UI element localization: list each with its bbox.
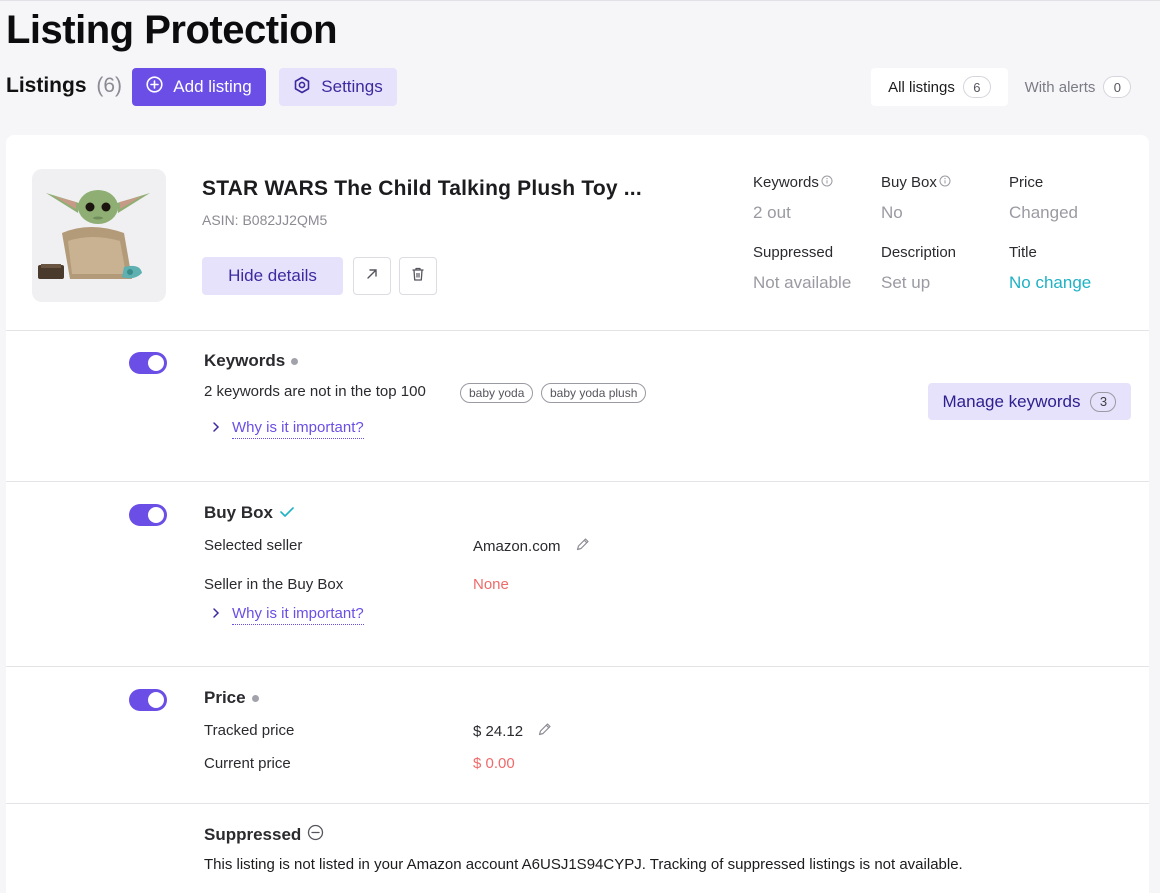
listings-heading-label: Listings: [6, 74, 87, 97]
price-section-title: Price: [204, 688, 259, 708]
suppressed-description: This listing is not listed in your Amazo…: [204, 856, 963, 873]
current-price-label: Current price: [204, 755, 291, 772]
plus-circle-icon: [146, 76, 163, 98]
stat-keywords: Keywords 2 out: [753, 174, 833, 223]
product-image: [32, 169, 166, 302]
hide-details-button[interactable]: Hide details: [202, 257, 343, 295]
stat-keywords-value: 2 out: [753, 203, 791, 222]
buy-box-toggle[interactable]: [129, 504, 167, 526]
with-alerts-count-badge: 0: [1103, 76, 1132, 98]
tab-all-listings[interactable]: All listings 6: [871, 68, 1008, 106]
seller-in-buy-box-label: Seller in the Buy Box: [204, 576, 344, 593]
suppressed-section-title: Suppressed: [204, 824, 324, 846]
info-icon[interactable]: [821, 174, 833, 191]
selected-seller-field: Amazon.com: [473, 537, 590, 556]
price-title-label: Price: [204, 688, 246, 707]
page-title: Listing Protection: [6, 8, 338, 52]
tracked-price-label: Tracked price: [204, 722, 295, 739]
info-icon[interactable]: [939, 174, 951, 191]
chevron-right-icon: [212, 420, 220, 438]
stat-description: Description Set up: [881, 244, 956, 293]
keyword-tag: baby yoda plush: [541, 383, 647, 403]
tab-with-alerts[interactable]: With alerts 0: [1016, 68, 1140, 106]
why-important-label: Why is it important?: [232, 419, 364, 439]
product-asin: ASIN: B082JJ2QM5: [202, 212, 328, 228]
settings-label: Settings: [321, 77, 383, 96]
all-listings-count-badge: 6: [962, 76, 991, 98]
open-external-button[interactable]: [353, 257, 391, 295]
section-divider: [6, 481, 1149, 482]
listings-count: (6): [96, 74, 123, 97]
stat-buy-box-value: No: [881, 203, 903, 222]
selected-seller-label: Selected seller: [204, 537, 303, 554]
stat-price-label: Price: [1009, 174, 1044, 191]
stat-keywords-label: Keywords: [753, 174, 819, 191]
manage-keywords-count-badge: 3: [1090, 391, 1117, 412]
stat-title-label: Title: [1009, 244, 1037, 261]
tracked-price-value: $ 24.12: [473, 723, 524, 740]
tab-with-alerts-label: With alerts: [1024, 78, 1096, 96]
stat-description-value: Set up: [881, 273, 931, 292]
section-divider: [6, 803, 1149, 804]
seller-in-buy-box-value: None: [473, 576, 509, 593]
stat-price: Price Changed: [1009, 174, 1078, 223]
stat-title: Title No change: [1009, 244, 1091, 293]
buy-box-section-title: Buy Box: [204, 503, 295, 523]
pencil-icon[interactable]: [575, 537, 590, 556]
checkmark-icon: [279, 503, 295, 523]
price-toggle[interactable]: [129, 689, 167, 711]
arrow-up-right-icon: [365, 267, 379, 286]
minus-circle-icon: [307, 824, 324, 846]
keywords-status-text: 2 keywords are not in the top 100: [204, 383, 426, 400]
buy-box-why-important-link[interactable]: Why is it important?: [212, 605, 364, 625]
trash-icon: [410, 266, 426, 287]
status-dot-icon: [291, 357, 299, 365]
top-border: [0, 0, 1160, 1]
stat-buy-box-label-row: Buy Box: [881, 174, 951, 191]
manage-keywords-button[interactable]: Manage keywords 3: [928, 383, 1131, 420]
add-listing-label: Add listing: [173, 77, 252, 96]
stat-buy-box-label: Buy Box: [881, 174, 937, 191]
stat-suppressed-value: Not available: [753, 273, 852, 292]
settings-button[interactable]: Settings: [279, 68, 397, 106]
section-divider: [6, 666, 1149, 667]
suppressed-title-label: Suppressed: [204, 825, 302, 844]
stat-suppressed-label: Suppressed: [753, 244, 834, 261]
status-dot-icon: [251, 694, 259, 702]
current-price-value: $ 0.00: [473, 755, 515, 772]
keyword-tag: baby yoda: [460, 383, 534, 403]
hexagon-gear-icon: [293, 76, 311, 99]
stat-price-value: Changed: [1009, 203, 1079, 222]
keywords-toggle[interactable]: [129, 352, 167, 374]
pencil-icon[interactable]: [537, 722, 552, 741]
stat-keywords-label-row: Keywords: [753, 174, 833, 191]
section-divider: [6, 330, 1149, 331]
keywords-section-title: Keywords: [204, 351, 299, 371]
listing-card: STAR WARS The Child Talking Plush Toy ..…: [6, 135, 1149, 893]
keywords-title-label: Keywords: [204, 351, 286, 370]
manage-keywords-label: Manage keywords: [942, 391, 1081, 411]
delete-listing-button[interactable]: [399, 257, 437, 295]
listings-heading: Listings (6): [6, 74, 122, 98]
product-title[interactable]: STAR WARS The Child Talking Plush Toy ..…: [202, 177, 642, 201]
stat-description-label: Description: [881, 244, 957, 261]
buy-box-title-label: Buy Box: [204, 503, 273, 522]
selected-seller-value: Amazon.com: [473, 538, 561, 555]
keywords-why-important-link[interactable]: Why is it important?: [212, 419, 364, 439]
add-listing-button[interactable]: Add listing: [132, 68, 266, 106]
stat-suppressed: Suppressed Not available: [753, 244, 851, 293]
stat-buy-box: Buy Box No: [881, 174, 951, 223]
tab-all-listings-label: All listings: [888, 78, 955, 96]
tracked-price-field: $ 24.12: [473, 722, 552, 741]
why-important-label: Why is it important?: [232, 605, 364, 625]
stat-title-value: No change: [1009, 273, 1092, 292]
chevron-right-icon: [212, 606, 220, 624]
